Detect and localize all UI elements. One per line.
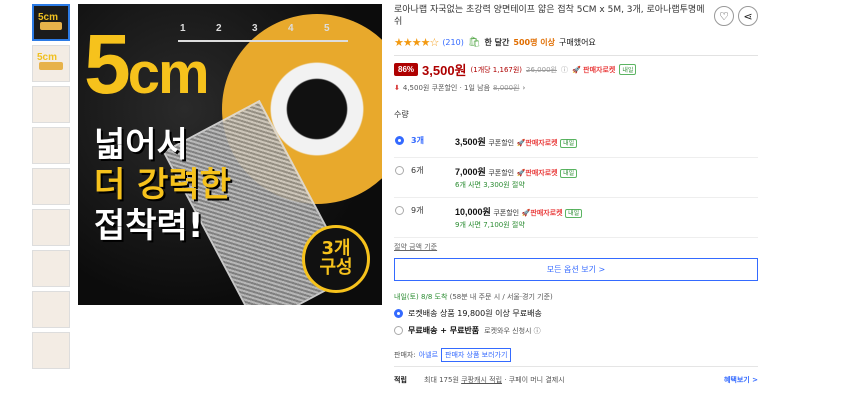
purchase-suffix: 구매했어요: [558, 38, 596, 48]
delivery-tag: 내일: [619, 64, 637, 76]
rocket-badge: 🚀판매자로켓: [516, 169, 558, 178]
review-count[interactable]: (210): [442, 38, 464, 47]
quantity-options: 3개 3,500원 쿠폰할인 🚀판매자로켓 내일 6개 7,000원 쿠폰할인 …: [394, 128, 758, 239]
rating-stars[interactable]: ★★★★☆: [394, 36, 439, 49]
price-row: 86% 3,500원 (1개당 1,167원) 26,000원 ⓘ 🚀 판매자로…: [394, 60, 758, 79]
original-price: 26,000원: [526, 65, 557, 74]
seller-products-button[interactable]: 판매자 상품 보러가기: [441, 348, 512, 363]
product-hero-image[interactable]: 1 2 3 4 5 5cm 넓어서 더 강력한 접착력! 3개 구성: [78, 4, 382, 305]
thumbnail-2[interactable]: 5cm: [32, 45, 70, 82]
product-title: 로아나랩 자국없는 초강력 양면테이프 얇은 접착 5CM x 5M, 3개, …: [394, 5, 705, 28]
save-criteria-link[interactable]: 절약 금액 기준: [394, 242, 758, 252]
thumbnail-list: 5cm 5cm: [32, 4, 70, 373]
option-price: 10,000원: [455, 207, 491, 218]
free-shipping-option[interactable]: 무료배송 + 무료반품 로켓와우 신청시 ⓘ: [394, 325, 758, 336]
option-9[interactable]: 9개 10,000원 쿠폰할인 🚀판매자로켓 내일 9개 사면 7,100원 절…: [394, 198, 758, 239]
option-name: 3개: [411, 136, 424, 146]
radio-unselected[interactable]: [395, 206, 404, 216]
arrow-down-icon: ⬇: [394, 84, 400, 93]
coupon-text: 4,500원 쿠폰할인 · 1일 남음: [402, 84, 491, 93]
option-save: 6개 사면 3,300원 절약: [455, 181, 525, 190]
divider: [394, 55, 758, 57]
option-name: 9개: [411, 206, 424, 216]
option-save: 9개 사면 7,100원 절약: [455, 221, 525, 230]
heart-icon[interactable]: ♡: [714, 6, 734, 26]
purchase-prefix: 한 달간: [484, 38, 510, 48]
option-6[interactable]: 6개 7,000원 쿠폰할인 🚀판매자로켓 내일 6개 사면 3,300원 절약: [394, 158, 758, 199]
rocket-badge: 🚀판매자로켓: [521, 209, 563, 218]
delivery-arrival: 내일(토) 8/8 도착 (58분 내 주문 시 / 서울·경기 기준): [394, 293, 553, 302]
coupang-cash-link[interactable]: 쿠팡캐시 적립: [461, 375, 502, 385]
thumbnail-1[interactable]: 5cm: [32, 4, 70, 41]
option-price: 3,500원: [455, 137, 486, 148]
radio-unselected[interactable]: [395, 166, 404, 176]
points-label: 적립: [394, 376, 407, 384]
info-icon[interactable]: ⓘ: [561, 65, 568, 75]
hero-line-1: 넓어서: [94, 125, 188, 165]
chevron-right-icon[interactable]: ›: [523, 84, 526, 92]
hero-size-text: 5cm: [84, 17, 210, 111]
option-name: 6개: [411, 166, 424, 176]
points-row: 적립 최대 175원 쿠팡캐시 적립 · 쿠페이 머니 결제시 혜택보기 >: [394, 366, 758, 385]
thumbnail-7[interactable]: [32, 250, 70, 287]
option-3[interactable]: 3개 3,500원 쿠폰할인 🚀판매자로켓 내일: [394, 128, 758, 159]
benefit-link[interactable]: 혜택보기 >: [724, 375, 758, 385]
radio-selected[interactable]: [395, 136, 404, 146]
product-info-panel: ♡ ⋖ 로아나랩 자국없는 초강력 양면테이프 얇은 접착 5CM x 5M, …: [394, 4, 758, 384]
purchase-count: 500명 이상: [513, 38, 555, 48]
thumbnail-9[interactable]: [32, 332, 70, 369]
all-options-button[interactable]: 모든 옵션 보기 >: [394, 258, 758, 282]
coupon-row: ⬇ 4,500원 쿠폰할인 · 1일 남음 8,000원 ›: [394, 83, 758, 93]
rocket-badge: 🚀판매자로켓: [516, 139, 558, 148]
hero-line-2: 더 강력한: [94, 165, 231, 205]
thumbnail-8[interactable]: [32, 291, 70, 328]
thumbnail-6[interactable]: [32, 209, 70, 246]
radio-selected[interactable]: [394, 309, 403, 319]
thumbnail-4[interactable]: [32, 127, 70, 164]
unit-price: (1개당 1,167원): [470, 65, 523, 74]
shopping-bag-icon: 🛍: [467, 37, 481, 49]
action-icons: ♡ ⋖: [714, 6, 758, 26]
coupon-original-price: 8,000원: [493, 84, 520, 93]
rocket-shipping-option[interactable]: 로켓배송 상품 19,800원 이상 무료배송: [394, 308, 758, 319]
radio-unselected[interactable]: [394, 326, 403, 336]
discount-badge: 86%: [394, 63, 419, 77]
thumbnail-3[interactable]: [32, 86, 70, 123]
quantity-label: 수량: [394, 110, 409, 120]
sale-price: 3,500원: [422, 63, 467, 79]
seller-row: 판매자: 아넬르 판매자 상품 보러가기: [394, 348, 758, 363]
option-price: 7,000원: [455, 167, 486, 178]
rocket-badge: 🚀 판매자로켓: [571, 65, 616, 74]
thumbnail-5[interactable]: [32, 168, 70, 205]
pack-count-badge: 3개 구성: [302, 225, 370, 293]
seller-name-link[interactable]: 아넬르: [419, 350, 438, 360]
hero-line-3: 접착력!: [94, 206, 204, 246]
rating-row: ★★★★☆ (210) 🛍 한 달간 500명 이상 구매했어요: [394, 36, 758, 49]
share-icon[interactable]: ⋖: [738, 6, 758, 26]
